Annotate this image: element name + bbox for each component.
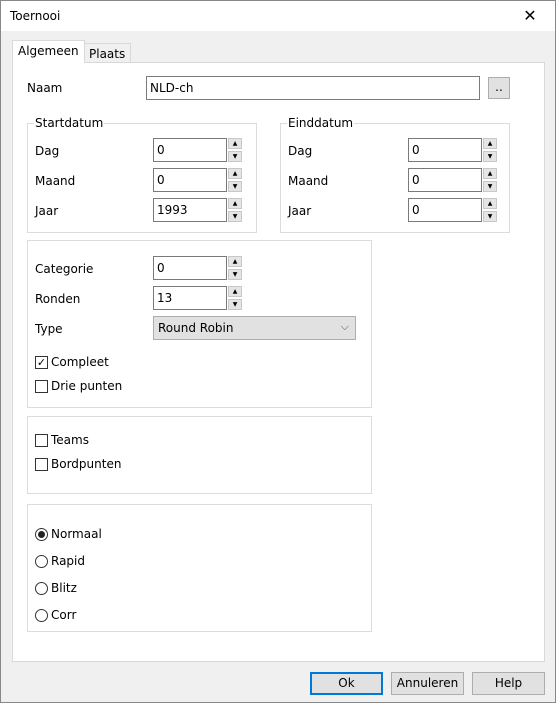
naam-input[interactable]: NLD-ch bbox=[146, 76, 480, 100]
eind-dag-input[interactable]: 0 bbox=[408, 138, 482, 162]
eind-jaar-label: Jaar bbox=[288, 204, 312, 218]
drie-punten-label: Drie punten bbox=[51, 379, 123, 393]
teams-checkbox[interactable] bbox=[35, 434, 48, 447]
categorie-label: Categorie bbox=[35, 262, 94, 276]
help-button[interactable]: Help bbox=[472, 672, 545, 695]
eind-dag-spinner[interactable]: ▲ ▼ bbox=[483, 138, 497, 162]
categorie-spinner[interactable]: ▲ ▼ bbox=[228, 256, 242, 280]
start-maand-spinner[interactable]: ▲ ▼ bbox=[228, 168, 242, 192]
compleet-label: Compleet bbox=[51, 355, 109, 369]
rapid-radio[interactable] bbox=[35, 555, 48, 568]
start-jaar-spinner[interactable]: ▲ ▼ bbox=[228, 198, 242, 222]
compleet-checkbox[interactable]: ✓ bbox=[35, 356, 48, 369]
normaal-label: Normaal bbox=[51, 527, 102, 541]
start-maand-input[interactable]: 0 bbox=[153, 168, 227, 192]
start-dag-input[interactable]: 0 bbox=[153, 138, 227, 162]
eind-dag-label: Dag bbox=[288, 144, 313, 158]
chevron-down-icon: ⌵ bbox=[340, 320, 349, 333]
speed-group bbox=[27, 504, 372, 632]
eind-jaar-spinner[interactable]: ▲ ▼ bbox=[483, 198, 497, 222]
bordpunten-label: Bordpunten bbox=[51, 457, 122, 471]
start-dag-spinner[interactable]: ▲ ▼ bbox=[228, 138, 242, 162]
naam-browse-button[interactable]: .. bbox=[488, 77, 510, 99]
type-label: Type bbox=[35, 322, 63, 336]
eind-jaar-input[interactable]: 0 bbox=[408, 198, 482, 222]
einddatum-title: Einddatum bbox=[287, 116, 355, 130]
dialog-window: Toernooi ✕ Algemeen Plaats Naam NLD-ch .… bbox=[0, 0, 556, 703]
window-title: Toernooi bbox=[10, 9, 61, 23]
cancel-button[interactable]: Annuleren bbox=[391, 672, 464, 695]
ok-button[interactable]: Ok bbox=[310, 672, 383, 695]
corr-radio[interactable] bbox=[35, 609, 48, 622]
bordpunten-checkbox[interactable] bbox=[35, 458, 48, 471]
startdatum-title: Startdatum bbox=[34, 116, 105, 130]
teams-group bbox=[27, 416, 372, 494]
rapid-label: Rapid bbox=[51, 554, 85, 568]
tab-algemeen[interactable]: Algemeen bbox=[12, 40, 85, 63]
categorie-input[interactable]: 0 bbox=[153, 256, 227, 280]
drie-punten-checkbox[interactable] bbox=[35, 380, 48, 393]
type-value: Round Robin bbox=[158, 321, 234, 335]
eind-maand-label: Maand bbox=[288, 174, 329, 188]
ronden-input[interactable]: 13 bbox=[153, 286, 227, 310]
close-icon[interactable]: ✕ bbox=[519, 5, 541, 27]
teams-label: Teams bbox=[51, 433, 89, 447]
naam-label: Naam bbox=[27, 81, 63, 95]
eind-maand-spinner[interactable]: ▲ ▼ bbox=[483, 168, 497, 192]
start-maand-label: Maand bbox=[35, 174, 76, 188]
blitz-label: Blitz bbox=[51, 581, 77, 595]
start-jaar-label: Jaar bbox=[35, 204, 59, 218]
ronden-label: Ronden bbox=[35, 292, 81, 306]
type-select[interactable]: Round Robin ⌵ bbox=[153, 316, 356, 340]
blitz-radio[interactable] bbox=[35, 582, 48, 595]
tab-panel: Naam NLD-ch .. Startdatum Dag 0 ▲ ▼ Maand… bbox=[12, 62, 545, 662]
corr-label: Corr bbox=[51, 608, 77, 622]
start-jaar-input[interactable]: 1993 bbox=[153, 198, 227, 222]
start-dag-label: Dag bbox=[35, 144, 60, 158]
eind-maand-input[interactable]: 0 bbox=[408, 168, 482, 192]
ronden-spinner[interactable]: ▲ ▼ bbox=[228, 286, 242, 310]
normaal-radio[interactable] bbox=[35, 528, 48, 541]
title-bar: Toernooi ✕ bbox=[1, 1, 555, 31]
tab-plaats[interactable]: Plaats bbox=[83, 43, 132, 64]
